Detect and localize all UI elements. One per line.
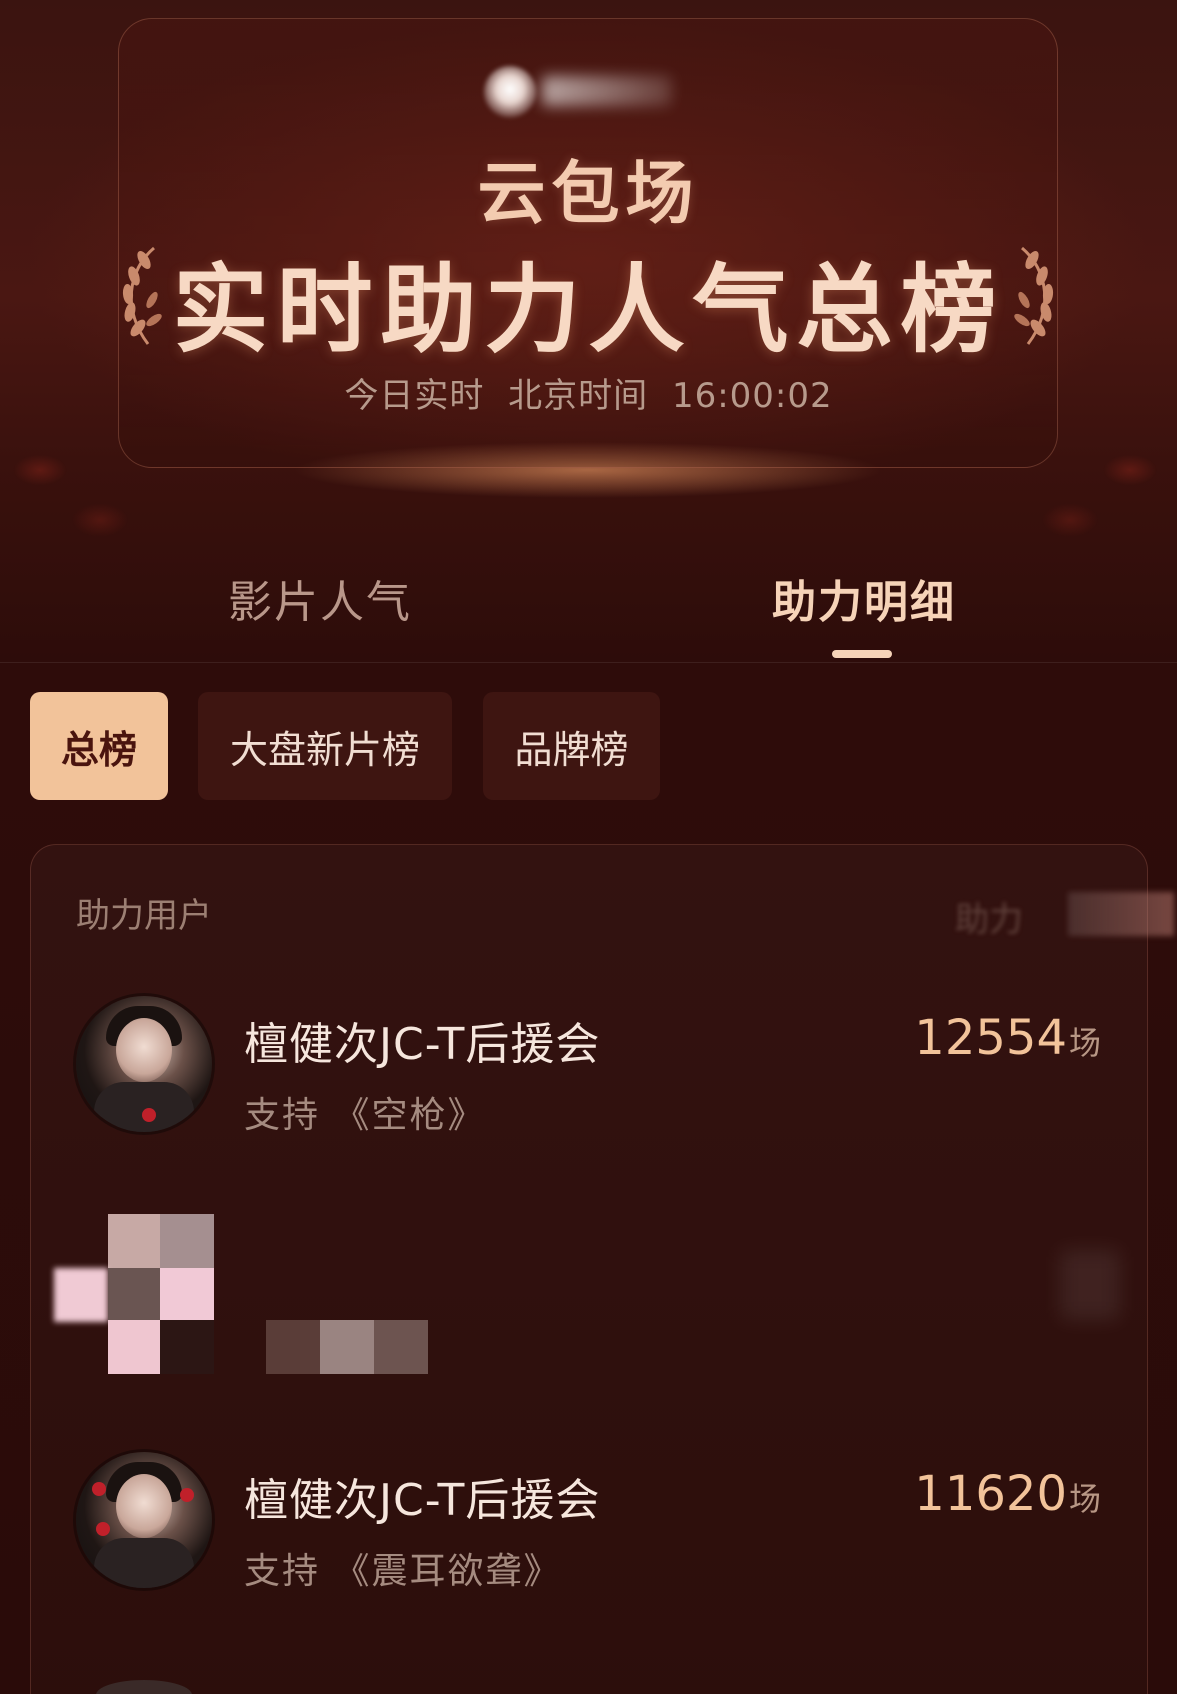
row-support-info: 支持 《震耳欲聋》 bbox=[244, 1551, 562, 1592]
row-user-name: 檀健次JC-T后援会 bbox=[244, 1019, 601, 1070]
row-support-count: 12554场 bbox=[914, 1010, 1101, 1066]
hero-title: 实时助力人气总榜 bbox=[172, 254, 1005, 366]
list-header-users: 助力用户 bbox=[76, 896, 212, 936]
list-item-blurred bbox=[0, 1210, 1177, 1374]
blurred-avatar bbox=[54, 1214, 214, 1374]
page: 云包场 实时助力人气总榜 今日实时 北京时间 16:00:02 影片人气 助力明… bbox=[0, 0, 1177, 1694]
blurred-region bbox=[1068, 892, 1174, 936]
avatar bbox=[76, 1452, 212, 1588]
hero-subtitle: 云包场 bbox=[477, 155, 700, 234]
realtime-label: 今日实时 bbox=[344, 376, 485, 416]
tab-support-details[interactable]: 助力明细 bbox=[772, 566, 956, 630]
list-header-support: 助力 bbox=[955, 900, 1023, 940]
laurel-right-icon bbox=[1014, 246, 1054, 345]
row-user-name: 檀健次JC-T后援会 bbox=[244, 1475, 601, 1526]
time-value: 16:00:02 bbox=[671, 376, 833, 416]
list-item[interactable]: 檀健次JC-T后援会 支持 《震耳欲聋》 11620场 bbox=[0, 1452, 1177, 1612]
logo-text-blurred bbox=[542, 76, 672, 106]
blurred-text bbox=[266, 1320, 428, 1374]
filter-chip-brand[interactable]: 品牌榜 bbox=[483, 692, 660, 800]
filter-chip-overall[interactable]: 总榜 bbox=[30, 692, 168, 800]
row-support-info: 支持 《空枪》 bbox=[244, 1095, 486, 1136]
realtime-timestamp: 今日实时 北京时间 16:00:02 bbox=[0, 368, 1177, 417]
timezone-label: 北京时间 bbox=[508, 376, 649, 416]
active-tab-indicator bbox=[832, 650, 892, 658]
filter-chip-new-releases[interactable]: 大盘新片榜 bbox=[198, 692, 452, 800]
main-tab-bar: 影片人气 助力明细 bbox=[0, 560, 1177, 663]
row-support-count: 11620场 bbox=[914, 1466, 1101, 1522]
avatar bbox=[76, 996, 212, 1132]
list-item[interactable]: 檀健次JC-T后援会 支持 《空枪》 12554场 bbox=[0, 996, 1177, 1156]
tab-movie-popularity[interactable]: 影片人气 bbox=[228, 566, 412, 630]
blurred-logo bbox=[484, 62, 694, 122]
blurred-value bbox=[1060, 1250, 1120, 1320]
logo-icon bbox=[484, 66, 536, 118]
